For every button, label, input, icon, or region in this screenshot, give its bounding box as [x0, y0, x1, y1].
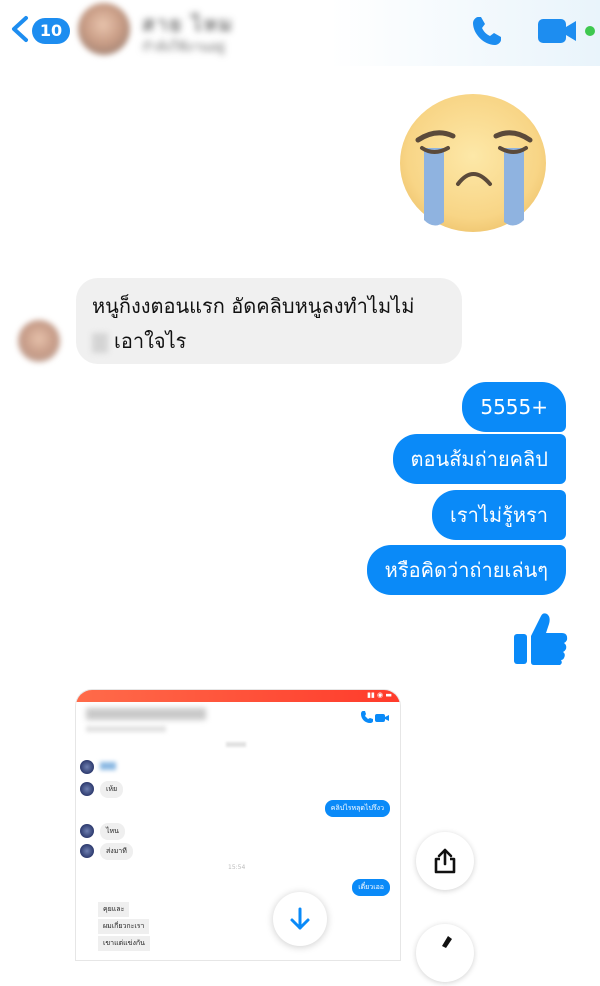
shared-image-message[interactable]: ▮▮ ◉ ▬ เห้ย คลิปไรหลุดไปรึงว ไหน ส่งมาที…: [76, 690, 400, 960]
forward-button[interactable]: [416, 924, 474, 982]
screenshot-avatar: [80, 782, 94, 796]
screenshot-contact-name: [86, 708, 206, 720]
arrow-down-icon: [290, 907, 310, 930]
share-icon: [434, 848, 456, 874]
sender-avatar[interactable]: [18, 320, 60, 362]
video-call-button[interactable]: [536, 14, 596, 48]
share-button[interactable]: [416, 832, 474, 890]
screenshot-group-line: ผมเกี่ยวกะเรา: [98, 919, 150, 934]
pencil-icon: [442, 936, 452, 948]
scroll-to-bottom-button[interactable]: [273, 892, 327, 946]
chat-header: 10 สาย ไหม กำลังใช้งานอยู่: [0, 0, 600, 66]
thumbs-up-icon[interactable]: [512, 610, 570, 668]
phone-call-icon[interactable]: [470, 14, 504, 48]
incoming-message-line-2: เอาใจไร: [92, 325, 186, 357]
crying-face-icon: [400, 94, 546, 232]
outgoing-message-bubble[interactable]: ตอนส้มถ่ายคลิป: [392, 434, 566, 484]
unread-count-badge: 10: [32, 18, 70, 44]
back-button[interactable]: 10: [8, 12, 70, 46]
screenshot-status-bar: ▮▮ ◉ ▬: [76, 690, 400, 702]
screenshot-phone-icon: [361, 711, 373, 723]
screenshot-avatar: [80, 844, 94, 858]
incoming-message-bubble[interactable]: หนูก็งงตอนแรก อัดคลิบหนูลงทำไมไม่ เอาใจไ…: [76, 278, 462, 364]
screenshot-contact-status: [86, 726, 166, 732]
incoming-message-line-1: หนูก็งงตอนแรก อัดคลิบหนูลงทำไมไม่: [92, 294, 415, 318]
contact-avatar[interactable]: [78, 3, 130, 55]
screenshot-avatar: [80, 760, 94, 774]
redacted-text: [92, 332, 108, 353]
contact-status: กำลังใช้งานอยู่: [142, 40, 225, 55]
screenshot-incoming-bubble: ไหน: [100, 823, 125, 840]
outgoing-message-bubble[interactable]: หรือคิดว่าถ่ายเล่นๆ: [366, 545, 566, 595]
screenshot-time-stamp: 15:54: [228, 864, 246, 871]
outgoing-message-bubble[interactable]: 5555+: [462, 382, 566, 432]
screenshot-group-line: คุยและ: [98, 902, 130, 917]
screenshot-outgoing-bubble: คลิปไรหลุดไปรึงว: [324, 800, 390, 817]
screenshot-video-icon: [375, 714, 389, 722]
online-indicator: [585, 26, 595, 36]
screenshot-outgoing-bubble: เดี๋ยวเออ: [352, 879, 390, 896]
screenshot-status-icons: ▮▮ ◉ ▬: [367, 691, 392, 699]
screenshot-group-line: เขาแต่แข่งกัน: [98, 936, 150, 951]
screenshot-incoming-bubble: เห้ย: [100, 781, 124, 798]
chevron-left-icon: [12, 16, 28, 42]
screenshot-redacted-bubble: [100, 762, 116, 770]
incoming-message-line-2-text: เอาใจไร: [114, 329, 187, 353]
screenshot-avatar: [80, 824, 94, 838]
screenshot-incoming-bubble: ส่งมาที: [100, 843, 133, 860]
screenshot-timestamp-blur: [226, 742, 246, 747]
outgoing-message-bubble[interactable]: เราไม่รู้หรา: [432, 490, 566, 540]
